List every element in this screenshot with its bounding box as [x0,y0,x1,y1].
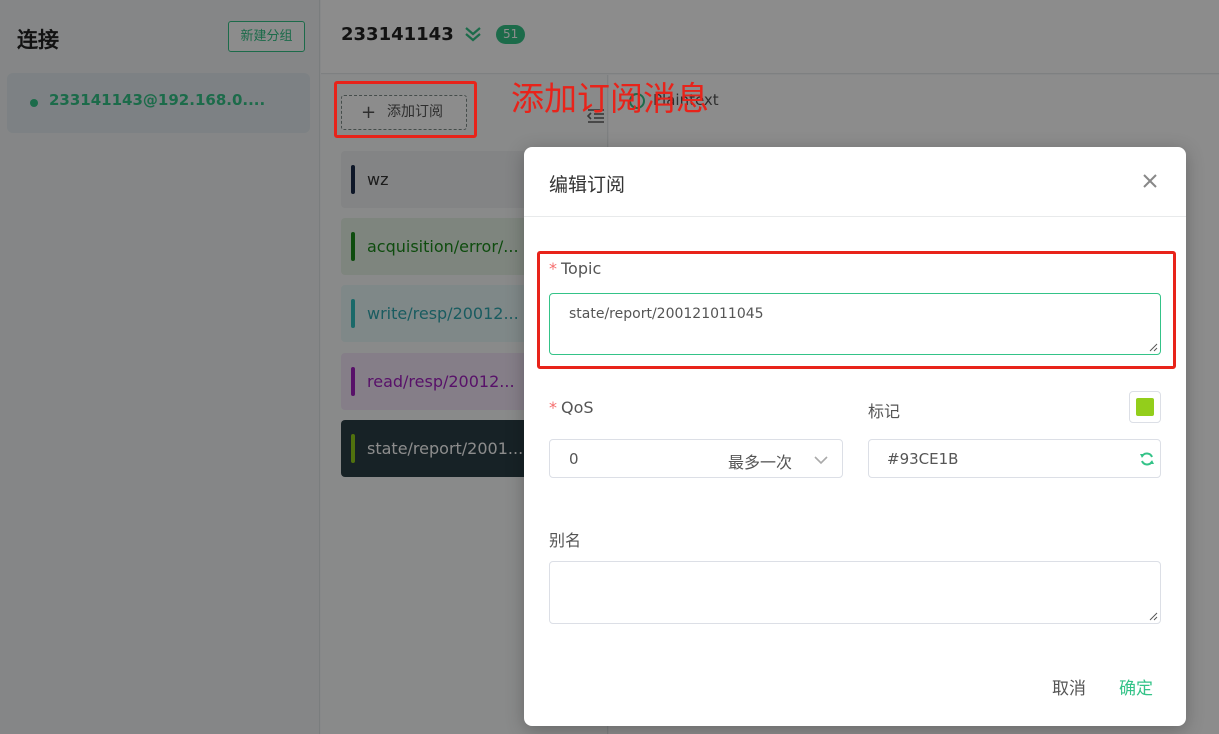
confirm-button[interactable]: 确定 [1119,674,1153,699]
qos-label-text: QoS [561,398,594,417]
qos-description: 最多一次 [728,453,793,472]
qos-select[interactable]: 0 最多一次 [549,439,843,478]
alias-label: 别名 [549,531,582,550]
close-icon[interactable] [1141,172,1159,190]
chevron-down-icon [814,456,828,465]
refresh-icon[interactable] [1139,451,1155,467]
annotation-label: 添加订阅消息 [511,79,709,118]
qos-label: * QoS [549,398,594,417]
annotation-box-topic [537,251,1176,369]
required-mark: * [549,398,557,417]
cancel-button[interactable]: 取消 [1052,674,1086,699]
tag-color-value: #93CE1B [887,450,959,468]
resize-grip-icon[interactable] [1149,612,1158,621]
color-swatch-fill [1136,398,1154,416]
color-picker-button[interactable] [1129,391,1161,423]
dialog-title: 编辑订阅 [549,174,626,196]
dialog-divider [524,216,1186,217]
tag-label: 标记 [868,402,901,421]
qos-value: 0 [569,450,579,468]
edit-subscription-dialog: 编辑订阅 * Topic state/report/200121011045 * Q… [524,147,1186,726]
alias-textarea[interactable] [549,561,1161,624]
annotation-box-add-subscription [334,81,477,138]
tag-color-input[interactable]: #93CE1B [868,439,1161,478]
